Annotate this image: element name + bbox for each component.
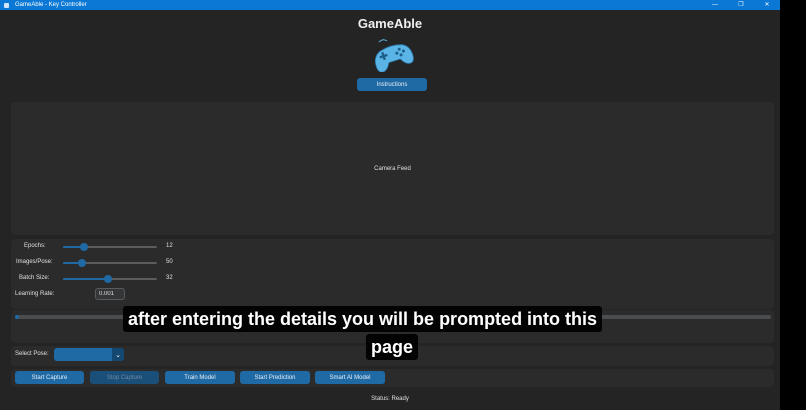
app-title: GameAble xyxy=(357,16,423,31)
instructions-button[interactable]: Instructions xyxy=(357,78,427,91)
close-button[interactable]: ✕ xyxy=(754,0,780,10)
training-settings-panel: Epochs: 12 Images/Pose: 50 Batch Size: 3… xyxy=(11,239,774,309)
camera-feed-label: Camera Feed xyxy=(374,165,411,172)
images-per-pose-value: 50 xyxy=(166,259,173,265)
gamepad-icon xyxy=(374,39,414,72)
train-model-button[interactable]: Train Model xyxy=(165,371,235,384)
epochs-slider-handle[interactable] xyxy=(79,243,88,251)
start-capture-button[interactable]: Start Capture xyxy=(15,371,84,384)
batch-size-slider-handle[interactable] xyxy=(104,275,113,283)
learning-rate-input[interactable] xyxy=(95,288,125,300)
title-bar: GameAble - Key Controller — ❐ ✕ xyxy=(0,0,780,10)
stop-capture-button[interactable]: Stop Capture xyxy=(90,371,159,384)
minimize-button[interactable]: — xyxy=(702,0,728,10)
actions-panel: Start Capture Stop Capture Train Model S… xyxy=(11,369,774,387)
restore-button[interactable]: ❐ xyxy=(728,0,754,10)
epochs-slider[interactable] xyxy=(63,243,157,251)
chevron-down-icon[interactable]: ⌄ xyxy=(112,348,124,361)
status-text: Status: Ready xyxy=(371,396,409,402)
learning-rate-label: Learning Rate: xyxy=(15,291,55,297)
images-per-pose-label: Images/Pose: xyxy=(16,259,53,265)
batch-size-slider[interactable] xyxy=(63,275,157,283)
select-pose-label: Select Pose: xyxy=(15,351,49,357)
batch-size-slider-fill xyxy=(63,278,109,280)
camera-feed: Camera Feed xyxy=(11,102,774,235)
smart-ai-model-button[interactable]: Smart AI Model xyxy=(315,371,385,384)
app-icon xyxy=(4,2,9,8)
pose-select[interactable]: ⌄ xyxy=(54,348,124,361)
epochs-value: 12 xyxy=(166,243,173,249)
video-caption-line-2: page xyxy=(366,334,419,360)
screen-edge xyxy=(780,0,806,410)
window-title: GameAble - Key Controller xyxy=(15,2,87,8)
images-per-pose-slider[interactable] xyxy=(63,259,157,267)
epochs-label: Epochs: xyxy=(24,243,46,249)
batch-size-value: 32 xyxy=(166,275,173,281)
training-progress-fill xyxy=(15,315,19,319)
video-caption-line-1: after entering the details you will be p… xyxy=(123,306,603,332)
window-controls: — ❐ ✕ xyxy=(702,0,780,10)
start-prediction-button[interactable]: Start Prediction xyxy=(240,371,310,384)
images-per-pose-slider-handle[interactable] xyxy=(77,259,86,267)
batch-size-label: Batch Size: xyxy=(19,275,50,281)
